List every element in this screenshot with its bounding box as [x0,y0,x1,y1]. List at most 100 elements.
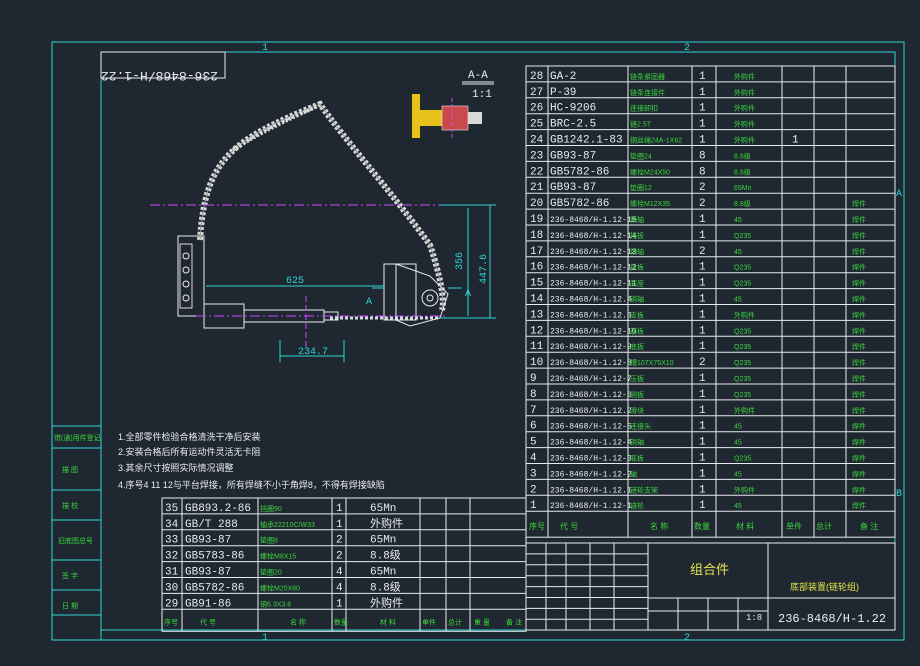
part-qty: 1 [699,214,706,226]
lower-part-no: 33 [165,535,178,547]
part-qty: 1 [699,230,706,242]
lower-part-qty: 2 [336,535,343,547]
lower-part-material: 外购件 [370,595,403,610]
part-name: 链2.5T [630,120,652,129]
part-no: 5 [530,437,537,449]
part-name: 链轮 [630,501,644,510]
dim-356: 356 [455,252,466,270]
part-material: 45 [734,297,742,304]
left-label-2: 描 校 [62,501,78,510]
header-no: 序号 [529,521,545,531]
zone-2-top: 2 [684,43,690,54]
part-qty: 1 [699,373,706,385]
part-code: 236-8468/H-1.12-3 [550,455,632,464]
part-material: 外购件 [734,136,755,145]
title-block: 组合件 底部装置(链轮组) 1:8 236-8468/H-1.22 [525,542,896,631]
part-no: 4 [530,453,537,465]
lower-header-no: 序号 [164,617,178,626]
lower-part-no: 34 [165,519,179,531]
part-material: 45 [734,440,742,447]
part-code: GB5782-86 [550,166,609,178]
lower-part-no: 30 [165,582,178,594]
part-name: 销轴 [630,247,644,256]
part-note: 焊件 [852,310,866,319]
part-code: 236-8468/H-1.12-11 [550,280,637,289]
parts-list-lower: 35 GB893.2-86 挡圈90 1 65Mn 34 GB/T 288 轴承22210C/… [161,497,527,632]
part-material: 45 [734,249,742,256]
part-material: 外购件 [734,72,755,81]
part-qty: 1 [699,87,706,99]
part-code: 236-8468/H-1.12.4 [550,296,632,305]
section-scale: 1:1 [472,89,492,101]
lower-part-no: 35 [165,503,178,515]
header-qty: 数量 [694,521,710,531]
lower-part-qty: 4 [336,582,343,594]
lower-part-qty: 1 [336,598,343,610]
part-name: 压板 [630,374,644,383]
part-no: 9 [530,373,537,385]
part-name: 筋板 [630,326,644,335]
header-name: 名 称 [650,521,668,531]
part-qty: 2 [699,198,706,210]
part-qty: 1 [699,405,706,417]
part-note: 焊件 [852,374,866,383]
part-name: 垫圈24 [630,151,652,160]
part-code: GB5782-86 [550,198,609,210]
part-no: 15 [530,278,543,290]
part-qty: 1 [699,421,706,433]
part-name: 钢丝绳24A-1X62 [630,136,682,145]
part-no: 3 [530,468,537,480]
left-label-1: 描 图 [62,465,78,474]
part-material: 8.8级 [734,199,751,208]
left-registration-column: 借(通)用件登记 描 图 描 校 旧底图总号 签 字 日 期 [51,425,102,641]
part-qty: 1 [699,71,706,83]
part-material: 外购件 [734,120,755,129]
part-code: 236-8468/H-1.12-2 [550,470,632,479]
lower-part-code: GB893.2-86 [185,503,251,515]
part-no: 21 [530,182,544,194]
part-qty: 1 [699,500,706,512]
part-no: 24 [530,135,544,147]
lower-part-code: GB5783-86 [185,551,244,563]
part-code: BRC-2.5 [550,119,596,131]
part-note: 焊件 [852,263,866,272]
part-no: 12 [530,325,543,337]
part-material: 外购件 [734,485,755,494]
part-no: 28 [530,71,543,83]
part-name: 螺栓M12X35 [630,199,670,208]
part-qty: 1 [699,468,706,480]
dim-625: 625 [286,276,304,287]
part-material: Q235 [734,376,751,383]
part-code: HC-9206 [550,103,596,115]
dim-447: 447.6 [479,254,490,284]
part-qty: 1 [699,135,706,147]
lower-header-note: 备 注 [506,617,522,626]
part-name: 底板 [630,342,644,351]
part-qty: 1 [699,103,706,115]
part-note: 焊件 [852,454,866,463]
left-label-5: 日 期 [62,602,78,610]
part-material: 8.8级 [734,167,751,176]
part-material: 45 [734,503,742,510]
project-name: 底部装置(链轮组) [790,581,859,592]
part-material: Q235 [734,392,751,399]
lower-part-no: 32 [165,551,178,563]
part-no: 19 [530,214,543,226]
part-qty: 2 [699,246,706,258]
part-note: 焊件 [852,342,866,351]
left-label-4: 签 字 [62,571,78,580]
cad-drawing-canvas[interactable]: 1 2 1 2 A B 236-8468/H-1.22 借(通)用件登记 描 图… [0,0,920,666]
section-a-a-detail: A-A 1:1 [412,70,494,138]
part-code: 236-8468/H-1.12-14 [550,232,637,241]
part-weight: 1 [792,135,799,147]
part-material: Q235 [734,281,751,288]
part-code: 236-8468/H-1.12.2 [550,407,632,416]
part-code: 236-8468/H-1.12-10 [550,327,637,336]
part-no: 2 [530,484,537,496]
parts-list-upper: 28 GA-2 链条紧固器 1 外购件27 P-39 链条连接件 1 外购件26 HC-9206 连… [525,65,896,538]
part-code: GA-2 [550,71,576,83]
part-qty: 8 [699,150,706,162]
note-4: 4.序号4 11 12与平台焊接，所有焊缝不小于角焊8，不得有焊接缺陷 [118,479,385,490]
outer-frame [51,41,905,641]
part-no: 23 [530,150,543,162]
